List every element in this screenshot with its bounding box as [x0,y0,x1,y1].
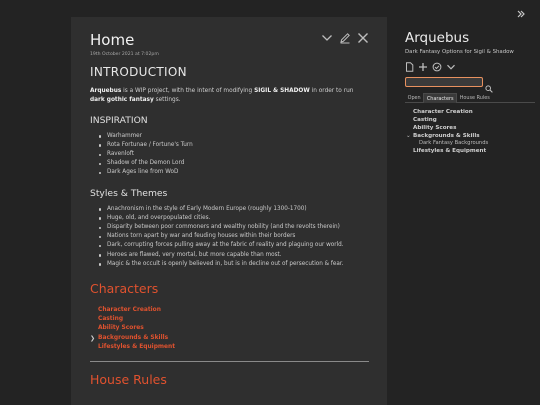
toc-link-backgrounds-skills[interactable]: Backgrounds & Skills [98,335,168,341]
genre-name: dark gothic fantasy [90,96,154,103]
new-tiddler-from-doc-button[interactable] [405,57,414,76]
double-chevron-right-icon [517,10,525,18]
list-item: Rota Fortunae / Fortune's Turn [99,141,369,150]
chevron-right-icon[interactable]: ❯ [90,334,95,343]
inspiration-list: Warhammer Rota Fortunae / Fortune's Turn… [99,132,369,178]
sidebar-toc-casting[interactable]: Casting [413,116,535,124]
fold-sidebar-button[interactable] [516,4,526,23]
edit-icon [340,33,350,44]
tab-open[interactable]: Open [405,93,423,103]
sidebar-toolbar [405,61,535,72]
sidebar-toc-lifestyles-equipment[interactable]: Lifestyles & Equipment [413,147,535,155]
list-item: Huge, old, and overpopulated cities. [99,214,369,223]
site-title: Arquebus [405,30,470,46]
list-item: Magic & the occult is openly believed in… [99,260,369,269]
styles-list: Anachronism in the style of Early Modern… [99,205,369,269]
heading-introduction: INTRODUCTION [90,65,187,79]
search-input[interactable] [405,77,483,87]
document-icon [406,61,414,72]
toc-item-backgrounds-skills[interactable]: ❯ Backgrounds & Skills [90,334,369,343]
tiddler-subtitle: 19th October 2021 at 7:02pm [90,52,159,57]
chevron-down-icon [322,35,332,41]
list-item: Heroes are flawed, very mortal, but more… [99,251,369,260]
chevron-down-icon[interactable]: ⌄ [406,132,411,140]
search-button[interactable] [485,78,493,97]
site-subtitle: Dark Fantasy Options for Sigil & Shadow [405,49,514,55]
list-item: Nations torn apart by war and feuding ho… [99,232,369,241]
chevron-down-icon [447,64,455,70]
new-tiddler-button[interactable] [418,57,428,76]
sidebar-tabs: Open Characters House Rules [405,93,535,103]
tab-characters[interactable]: Characters [423,93,458,103]
intro-text: settings. [153,96,181,103]
project-name: Arquebus [90,88,122,94]
more-actions-button[interactable] [321,32,333,44]
sidebar-toc-dark-fantasy-backgrounds[interactable]: Dark Fantasy Backgrounds [413,140,535,147]
search-icon [485,85,493,93]
list-item: Warhammer [99,132,369,141]
tiddler-controls [321,32,369,44]
sidebar-toc-ability-scores[interactable]: Ability Scores [413,124,535,132]
more-tools-button[interactable] [446,57,456,76]
list-item: Shadow of the Demon Lord [99,159,369,168]
tiddler-header: Home 19th October 2021 at 7:02pm [90,31,371,61]
heading-house-rules: House Rules [90,372,167,388]
plus-icon [419,62,427,71]
system-name: SIGIL & SHADOW [254,88,310,94]
toc-link-ability-scores[interactable]: Ability Scores [98,324,369,333]
heading-characters: Characters [90,281,159,297]
intro-paragraph: Arquebus is a WIP project, with the inte… [90,87,369,105]
intro-text: is a WIP project, with the intent of mod… [121,88,255,94]
toc-link-casting[interactable]: Casting [98,315,369,324]
sidebar-toc: Character Creation Casting Ability Score… [406,108,535,155]
edit-button[interactable] [339,32,351,44]
list-item: Dark Ages line from WoD [99,168,369,177]
intro-text: in order to run [309,88,354,94]
close-icon [358,33,368,43]
sidebar-toc-character-creation[interactable]: Character Creation [413,108,535,116]
list-item: Disparity between poor commoners and wea… [99,223,369,232]
divider [90,361,369,363]
toc-link-character-creation[interactable]: Character Creation [98,306,369,315]
sidebar: Arquebus Dark Fantasy Options for Sigil … [405,30,535,155]
tiddler-body: INTRODUCTION Arquebus is a WIP project, … [90,65,369,387]
heading-styles-themes: Styles & Themes [90,187,168,199]
sidebar-toc-item-backgrounds-skills[interactable]: ⌄ Backgrounds & Skills [406,132,535,140]
story-river: Home 19th October 2021 at 7:02pm INTRODU… [71,17,387,405]
save-button[interactable] [432,57,442,76]
toc-link-lifestyles-equipment[interactable]: Lifestyles & Equipment [98,343,369,352]
list-item: Anachronism in the style of Early Modern… [99,205,369,214]
characters-toc: Character Creation Casting Ability Score… [90,306,369,352]
list-item: Ravenloft [99,150,369,159]
close-button[interactable] [357,32,369,44]
sidebar-toc-backgrounds-skills[interactable]: Backgrounds & Skills [413,133,480,139]
heading-inspiration: INSPIRATION [90,114,148,126]
check-circle-icon [432,62,442,71]
search-row [405,77,535,93]
list-item: Dark, corrupting forces pulling away at … [99,241,369,250]
